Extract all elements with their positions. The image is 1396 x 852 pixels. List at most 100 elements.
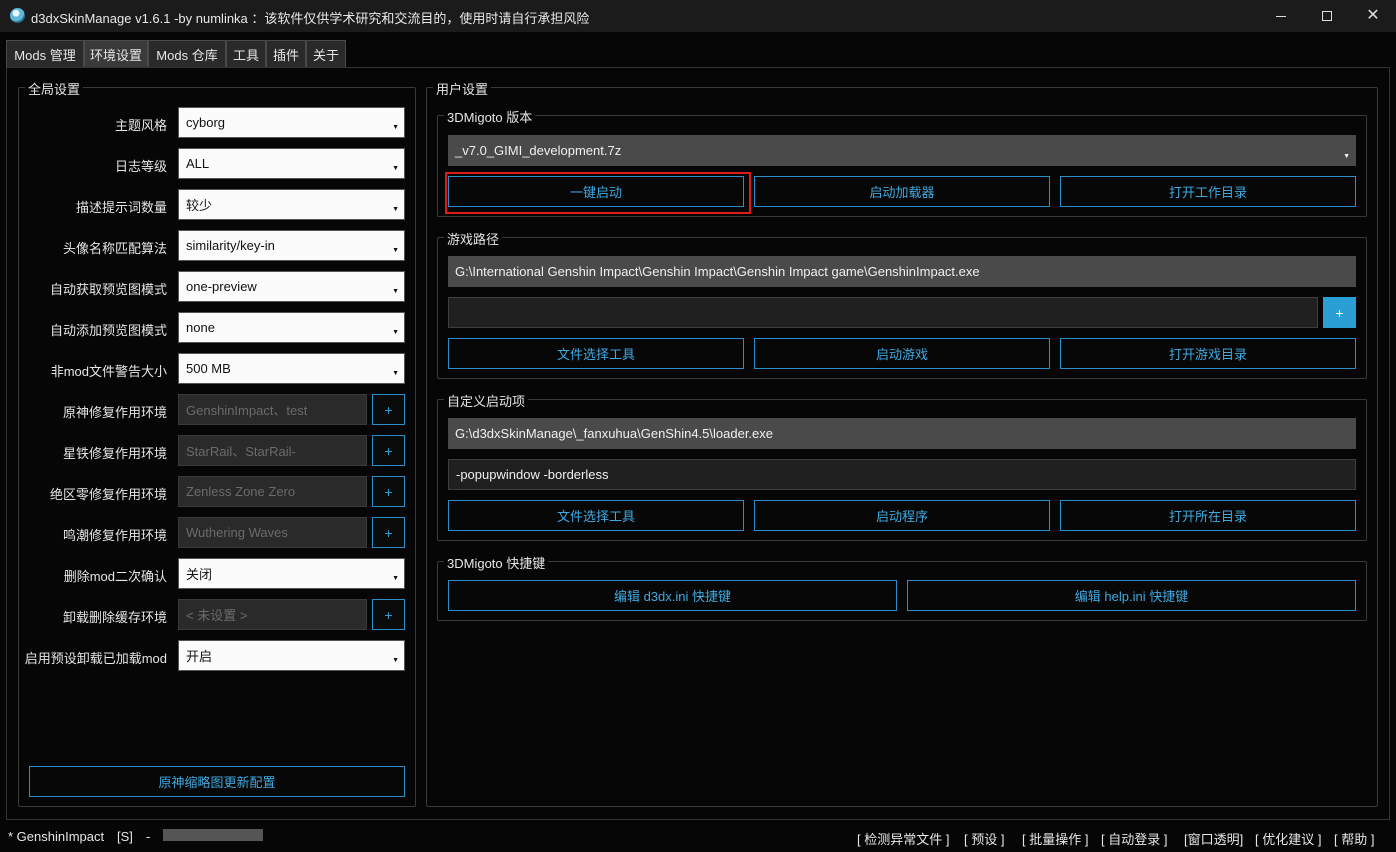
zzz-fix-env-input[interactable]: Zenless Zone Zero	[178, 476, 367, 507]
chevron-down-icon: ▼	[392, 329, 399, 336]
status-env: * GenshinImpact	[8, 829, 105, 844]
file-warning-size-value: 500 MB	[186, 361, 231, 376]
window-transparency-link[interactable]: [窗口透明]	[1184, 829, 1243, 848]
auto-fetch-preview-select[interactable]: one-preview ▼	[178, 271, 405, 302]
global-settings-title: 全局设置	[25, 79, 84, 98]
custom-launch-args-input[interactable]: -popupwindow -borderless	[448, 459, 1356, 490]
delete-confirm-select[interactable]: 关闭 ▼	[178, 558, 405, 589]
pre-unload-select[interactable]: 开启 ▼	[178, 640, 405, 671]
starrail-fix-env-label: 星铁修复作用环境	[62, 446, 167, 461]
launch-loader-button[interactable]: 启动加载器	[754, 176, 1050, 207]
avatar-match-value: similarity/key-in	[186, 238, 275, 253]
starrail-fix-env-input[interactable]: StarRail、StarRail-	[178, 435, 367, 466]
zzz-fix-env-label: 绝区零修复作用环境	[49, 487, 167, 502]
tab-mods-repo[interactable]: Mods 仓库	[148, 40, 226, 67]
chevron-down-icon: ▼	[392, 124, 399, 131]
game-path-field[interactable]: G:\International Genshin Impact\Genshin …	[448, 256, 1356, 287]
log-level-label: 日志等级	[114, 159, 167, 174]
status-profile: [S]	[117, 829, 133, 844]
starrail-fix-env-add-button[interactable]: +	[372, 435, 405, 466]
game-args-input[interactable]	[448, 297, 1318, 328]
minimize-button[interactable]	[1258, 0, 1304, 32]
game-file-picker-button[interactable]: 文件选择工具	[448, 338, 744, 369]
auto-add-preview-label: 自动添加预览图模式	[49, 323, 167, 338]
hint-count-select[interactable]: 较少 ▼	[178, 189, 405, 220]
file-warning-size-label: 非mod文件警告大小	[50, 364, 167, 379]
close-icon: ✕	[1366, 7, 1380, 24]
chevron-down-icon: ▼	[392, 206, 399, 213]
unload-cache-env-input[interactable]: < 未设置 >	[178, 599, 367, 630]
file-warning-size-select[interactable]: 500 MB ▼	[178, 353, 405, 384]
custom-launch-title: 自定义启动项	[444, 391, 529, 410]
zzz-fix-env-add-button[interactable]: +	[372, 476, 405, 507]
tab-about[interactable]: 关于	[306, 40, 346, 67]
custom-launch-path-field[interactable]: G:\d3dxSkinManage\_fanxuhua\GenShin4.5\l…	[448, 418, 1356, 449]
auto-add-preview-select[interactable]: none ▼	[178, 312, 405, 343]
tab-env-settings[interactable]: 环境设置	[84, 40, 148, 68]
title-bar: d3dxSkinManage v1.6.1 -by numlinka ：该软件仅…	[0, 0, 1396, 32]
migoto-version-select[interactable]: _v7.0_GIMI_development.7z ▼	[448, 135, 1356, 166]
log-level-select[interactable]: ALL ▼	[178, 148, 405, 179]
avatar-match-select[interactable]: similarity/key-in ▼	[178, 230, 405, 261]
delete-confirm-label: 删除mod二次确认	[63, 569, 167, 584]
tab-plugins[interactable]: 插件	[266, 40, 306, 67]
close-button[interactable]: ✕	[1350, 0, 1396, 32]
wuwa-fix-env-label: 鸣潮修复作用环境	[62, 528, 167, 543]
maximize-button[interactable]	[1304, 0, 1350, 32]
launch-program-button[interactable]: 启动程序	[754, 500, 1050, 531]
optimization-suggestions-link[interactable]: [ 优化建议 ]	[1255, 829, 1321, 848]
open-game-dir-button[interactable]: 打开游戏目录	[1060, 338, 1356, 369]
migoto-version-value: _v7.0_GIMI_development.7z	[455, 143, 622, 158]
maximize-icon	[1322, 11, 1332, 21]
genshin-fix-env-add-button[interactable]: +	[372, 394, 405, 425]
window-title: d3dxSkinManage v1.6.1 -by numlinka ：该软件仅…	[31, 11, 590, 26]
auto-fetch-preview-value: one-preview	[186, 279, 257, 294]
auto-login-link[interactable]: [ 自动登录 ]	[1101, 829, 1167, 848]
theme-select[interactable]: cyborg ▼	[178, 107, 405, 138]
open-work-dir-button[interactable]: 打开工作目录	[1060, 176, 1356, 207]
tab-tools[interactable]: 工具	[226, 40, 266, 67]
edit-help-hotkeys-button[interactable]: 编辑 help.ini 快捷键	[907, 580, 1356, 611]
migoto-version-title: 3DMigoto 版本	[444, 107, 536, 126]
game-path-title: 游戏路径	[444, 229, 503, 248]
chevron-down-icon: ▼	[392, 247, 399, 254]
launch-game-button[interactable]: 启动游戏	[754, 338, 1050, 369]
status-progress-bar	[163, 829, 263, 841]
auto-fetch-preview-label: 自动获取预览图模式	[49, 282, 167, 297]
genshin-thumbnail-config-button[interactable]: 原神缩略图更新配置	[29, 766, 405, 797]
custom-file-picker-button[interactable]: 文件选择工具	[448, 500, 744, 531]
chevron-down-icon: ▼	[392, 165, 399, 172]
check-abnormal-files-link[interactable]: [ 检测异常文件 ]	[857, 829, 949, 848]
game-args-add-button[interactable]: +	[1323, 297, 1356, 328]
hint-count-value: 较少	[186, 198, 213, 213]
tab-mods-manage[interactable]: Mods 管理	[6, 40, 84, 67]
hint-count-label: 描述提示词数量	[75, 200, 167, 215]
unload-cache-env-label: 卸载删除缓存环境	[62, 610, 167, 625]
avatar-match-label: 头像名称匹配算法	[62, 241, 167, 256]
batch-operations-link[interactable]: [ 批量操作 ]	[1022, 829, 1088, 848]
pre-unload-label: 启用预设卸载已加载mod	[24, 651, 167, 666]
migoto-hotkeys-title: 3DMigoto 快捷键	[444, 553, 549, 572]
open-program-dir-button[interactable]: 打开所在目录	[1060, 500, 1356, 531]
status-separator: -	[146, 829, 151, 844]
pre-unload-value: 开启	[186, 649, 213, 664]
chevron-down-icon: ▼	[1343, 153, 1350, 160]
chevron-down-icon: ▼	[392, 575, 399, 582]
unload-cache-env-add-button[interactable]: +	[372, 599, 405, 630]
auto-add-preview-value: none	[186, 320, 215, 335]
chevron-down-icon: ▼	[392, 288, 399, 295]
chevron-down-icon: ▼	[392, 370, 399, 377]
wuwa-fix-env-input[interactable]: Wuthering Waves	[178, 517, 367, 548]
edit-d3dx-hotkeys-button[interactable]: 编辑 d3dx.ini 快捷键	[448, 580, 897, 611]
theme-value: cyborg	[186, 115, 226, 130]
chevron-down-icon: ▼	[392, 657, 399, 664]
highlight-annotation	[445, 172, 751, 214]
theme-label: 主题风格	[114, 118, 167, 133]
log-level-value: ALL	[186, 156, 210, 171]
genshin-fix-env-input[interactable]: GenshinImpact、test	[178, 394, 367, 425]
genshin-fix-env-label: 原神修复作用环境	[62, 405, 167, 420]
presets-link[interactable]: [ 预设 ]	[964, 829, 1004, 848]
minimize-icon	[1276, 15, 1286, 17]
wuwa-fix-env-add-button[interactable]: +	[372, 517, 405, 548]
help-link[interactable]: [ 帮助 ]	[1334, 829, 1374, 848]
